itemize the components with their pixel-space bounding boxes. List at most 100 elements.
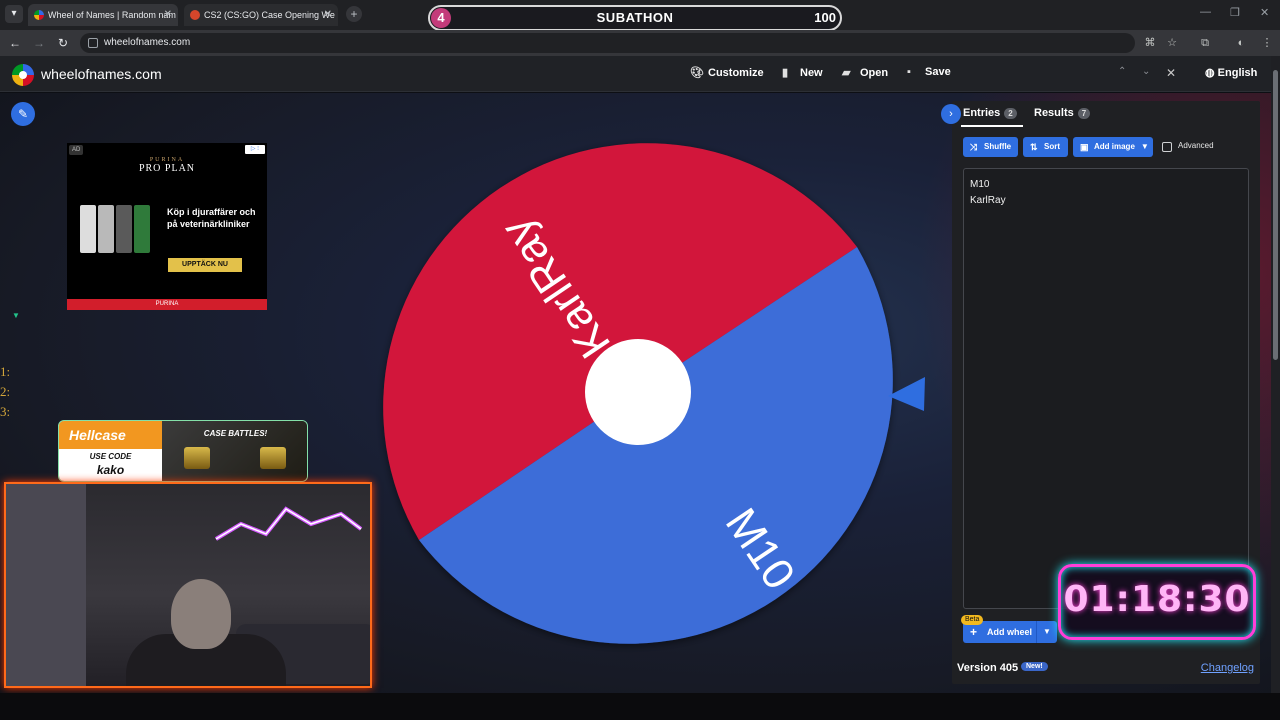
sort-label: Sort	[1044, 142, 1060, 151]
customize-label: Customize	[708, 67, 764, 79]
new-label: New	[800, 67, 823, 79]
spin-wheel[interactable]: KarlRay M10	[360, 115, 930, 675]
browser-tab-bar: ▾ Wheel of Names | Random nam ✕ CS2 (CS:…	[0, 0, 1280, 31]
browser-tab-cs2[interactable]: CS2 (CS:GO) Case Opening We ✕	[184, 4, 338, 26]
folder-icon: ▰	[842, 67, 851, 79]
page-scrollbar[interactable]	[1271, 56, 1280, 693]
chest-icon	[184, 447, 210, 469]
extensions-icon[interactable]: ⧉	[1198, 36, 1212, 50]
address-bar[interactable]: wheelofnames.com	[80, 33, 1135, 53]
chest-icon	[260, 447, 286, 469]
add-image-label: Add image	[1094, 142, 1135, 151]
add-wheel-label: Add wheel	[987, 627, 1033, 637]
shuffle-button[interactable]: ⤨ Shuffle	[963, 137, 1018, 157]
ad-footer: PURINA	[67, 299, 267, 310]
wheel-center-hub[interactable]	[585, 339, 691, 445]
minimize-icon[interactable]: —	[1200, 6, 1211, 18]
tab-results[interactable]: Results 7	[1034, 107, 1091, 119]
bookmark-star-icon[interactable]: ☆	[1165, 36, 1179, 50]
site-info-icon[interactable]	[88, 38, 98, 48]
advanced-label: Advanced	[1178, 141, 1214, 150]
leaderboard-row: 2:	[0, 384, 11, 399]
find-down-icon[interactable]: ⌄	[1142, 66, 1150, 77]
language-selector[interactable]: ◍ English	[1205, 66, 1257, 79]
ad-tag: AD	[69, 145, 84, 155]
add-image-button[interactable]: ▣ Add image ▼	[1073, 137, 1153, 157]
back-icon[interactable]: ←	[6, 34, 24, 52]
browser-tab-wheelofnames[interactable]: Wheel of Names | Random nam ✕	[28, 4, 178, 26]
edit-pencil-button[interactable]: ✎	[11, 102, 35, 126]
close-window-icon[interactable]: ✕	[1260, 6, 1269, 19]
hellcase-brand: Hellcase	[59, 421, 162, 449]
site-header: wheelofnames.com 🎨︎ Customize ▮ New ▰ Open …	[0, 56, 1280, 92]
subathon-label: SUBATHON	[596, 10, 674, 25]
save-button[interactable]: ▪ Save	[907, 66, 951, 78]
tab-title: Wheel of Names | Random nam	[48, 10, 176, 20]
ad-brand-name: PRO PLAN	[138, 163, 196, 174]
tab-search-button[interactable]: ▾	[5, 5, 23, 23]
floppy-icon: ▪	[907, 66, 911, 78]
close-tab-icon[interactable]: ✕	[324, 4, 332, 26]
site-name[interactable]: wheelofnames.com	[41, 66, 162, 82]
sort-icon: ⇅	[1030, 142, 1038, 152]
changelog-link[interactable]: Changelog	[1201, 662, 1254, 674]
palette-icon: 🎨︎	[690, 67, 704, 79]
menu-kebab-icon[interactable]: ⋮	[1260, 36, 1274, 50]
leaderboard: 1: 2: 3:	[0, 362, 10, 422]
subathon-count: 100	[814, 10, 836, 25]
promo-code: kako	[96, 463, 125, 477]
chevron-down-icon: ▼	[1140, 142, 1149, 151]
open-label: Open	[860, 67, 889, 79]
subathon-overlay: SUBATHON 4 100	[428, 5, 842, 31]
chevron-down-icon[interactable]: ▼	[1036, 621, 1057, 643]
new-badge: New!	[1021, 662, 1048, 671]
results-count-badge: 7	[1077, 108, 1091, 119]
close-tab-icon[interactable]: ✕	[164, 4, 172, 26]
tab-entries[interactable]: Entries 2	[963, 107, 1017, 119]
shuffle-icon: ⤨	[970, 142, 978, 152]
wheel-favicon-icon	[34, 10, 44, 20]
streamer-avatar	[171, 579, 231, 649]
leaderboard-row: 3:	[0, 404, 11, 419]
reload-icon[interactable]: ↻	[54, 34, 72, 52]
chevron-right-icon: ›	[949, 108, 953, 120]
advanced-checkbox[interactable]	[1162, 142, 1172, 152]
entries-count-badge: 2	[1004, 108, 1017, 119]
sort-button[interactable]: ⇅ Sort	[1023, 137, 1068, 157]
new-button[interactable]: ▮ New	[782, 66, 823, 79]
advertisement[interactable]: AD ▷ ⁝ PURINA PRO PLAN Köp i djuraffärer…	[67, 143, 267, 310]
webcam-feed	[4, 482, 372, 688]
entry-line: KarlRay	[970, 195, 1006, 206]
ad-info-icon[interactable]: ▷ ⁝	[245, 145, 265, 154]
wheel-pointer-icon	[888, 377, 925, 411]
timer-value: 01:18:30	[1063, 579, 1251, 620]
open-button[interactable]: ▰ Open	[842, 66, 888, 79]
entries-textarea[interactable]: M10 KarlRay	[963, 168, 1249, 609]
image-icon: ▣	[1080, 142, 1089, 152]
forward-icon[interactable]: →	[30, 34, 48, 52]
new-tab-button[interactable]: +	[346, 6, 362, 22]
shuffle-label: Shuffle	[984, 142, 1012, 151]
profile-icon[interactable]: ◐	[1234, 36, 1248, 50]
find-up-icon[interactable]: ⌃	[1118, 66, 1126, 77]
use-code-label: USE CODE	[89, 452, 132, 461]
version-label: Version 405	[957, 662, 1019, 674]
save-label: Save	[925, 66, 951, 78]
find-close-icon[interactable]: ✕	[1166, 66, 1176, 80]
neon-light-decoration	[214, 506, 363, 541]
maximize-icon[interactable]: ❐	[1230, 6, 1240, 19]
scrollbar-thumb[interactable]	[1273, 70, 1278, 360]
tab-results-label: Results	[1034, 107, 1074, 119]
hellcase-banner: Hellcase USE CODE kako CASE BATTLES!	[58, 420, 308, 482]
cs2-favicon-icon	[190, 10, 200, 20]
ad-cta-button[interactable]: UPPTÄCK NU	[168, 258, 242, 272]
countdown-timer-overlay: 01:18:30	[1058, 564, 1256, 640]
customize-button[interactable]: 🎨︎ Customize	[690, 66, 764, 79]
language-label: English	[1217, 67, 1258, 79]
translate-icon[interactable]: ⌘	[1143, 36, 1157, 50]
wheel-logo-icon[interactable]	[12, 64, 34, 86]
active-tab-indicator	[961, 125, 1023, 127]
address-text: wheelofnames.com	[104, 37, 191, 48]
collapse-panel-button[interactable]: ›	[941, 104, 961, 124]
browser-toolbar: ← → ↻ wheelofnames.com ⌘ ☆ ⧉ ◐ ⋮	[0, 30, 1280, 56]
